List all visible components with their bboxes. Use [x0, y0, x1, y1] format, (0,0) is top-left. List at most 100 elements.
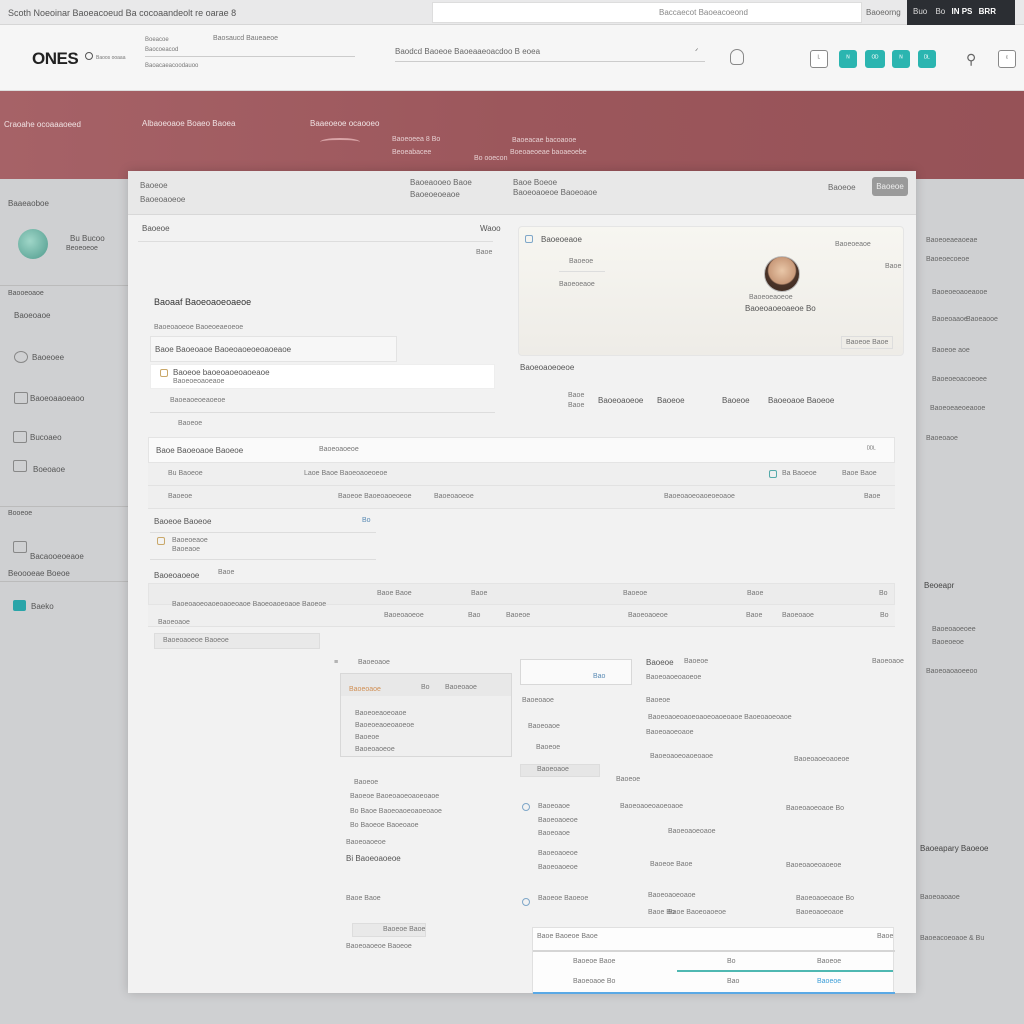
header-button-2[interactable]: ᴺ [839, 50, 857, 68]
right-item-8[interactable]: Baoeoaoe [926, 435, 958, 442]
stat-5[interactable]: Baoeoaoe Baoeoe [768, 396, 834, 405]
right-item-2[interactable]: Baoeoecoeoe [926, 256, 969, 263]
mid-item-h[interactable]: Baoeoaoeoe [538, 817, 578, 824]
right-item-5[interactable]: Baoeoe aoe [932, 347, 970, 354]
header-search[interactable]: Baodcd Baoeoe Baoeaaeoacdoo B eoea ᐟ [395, 47, 705, 62]
lower-left-input[interactable]: Baoeoe Baoe [352, 923, 426, 937]
lower-left-item-c[interactable]: Bo Baoe Baoeoaoeoaoeoaoe [350, 808, 442, 815]
sidebar-item-1[interactable]: Baoeoaoe [14, 311, 50, 320]
logo[interactable]: ONES [32, 49, 79, 69]
mid-item-l[interactable]: Baoeoe Baoeoe [538, 895, 588, 902]
stat-4[interactable]: Baoeoe [722, 396, 750, 405]
table-1-action[interactable]: ᴰᴰᴸ [867, 446, 876, 453]
bottom-card-c: Baoeoe [817, 958, 842, 965]
browser-right-label[interactable]: Baoeorng [866, 8, 901, 17]
right-col-s[interactable]: Baoeoaoeoaoe [796, 909, 844, 916]
close-button[interactable]: Baoeoe [872, 177, 908, 196]
table-row[interactable]: Bu Baoeoe Laoe Baoe Baoeoaoeoeoe Ba Baoe… [148, 463, 895, 486]
chevron-icon[interactable]: ᐟ [695, 47, 698, 56]
sidebar-item-6[interactable]: Bacaooeoeaoe [30, 552, 84, 561]
right-item-6[interactable]: Baoeoeoacoeoee [932, 376, 987, 383]
right-col-j[interactable]: Baoeoaoeoaoeoaoe [620, 803, 683, 810]
table-2-right: Baoe [218, 569, 235, 576]
checkbox-icon[interactable] [769, 470, 777, 478]
mid-item-k[interactable]: Baoeoaoeoe [538, 864, 578, 871]
address-bar[interactable]: Baccaecot Baoeacoeond [432, 2, 862, 23]
lower-left-item-b[interactable]: Baoeoe Baoeoaoeoaoeoaoe [350, 793, 439, 800]
sub-item[interactable]: Baoeoeaoe [172, 537, 208, 544]
table-row[interactable]: Baoeoaoeoaoeoaoeoaoe Baoeoaoeoaoe Baoeoe… [148, 601, 895, 627]
right-col-p[interactable]: Baoeoaoeoaoe Bo [796, 895, 854, 902]
table-row[interactable]: Baoeoe Baoeoe Baoeoaoeoeoe Baoeoaoeoe Ba… [148, 486, 895, 509]
modal-header-c[interactable]: Baoeaooeo Baoe [410, 178, 472, 187]
mid-item-c[interactable]: Baoeoaoe [528, 723, 560, 730]
section-subtitle: Baoeoaoeoe Baoeoeaeoeoe [154, 324, 244, 331]
modal-header-e[interactable]: Baoe Boeoe [513, 178, 557, 187]
right-item-4b[interactable]: Baoeaooe [966, 316, 998, 323]
sidebar-item-4[interactable]: Bucoaeo [30, 433, 62, 442]
sidebar-item-8[interactable]: Baeko [31, 602, 54, 611]
right-col-i[interactable]: Baoeoaoeoaoeoe [794, 756, 849, 763]
account-box[interactable]: Buo Bo IN PS BRR [907, 0, 1015, 25]
option-3[interactable]: Baoeaoeoeaoeoe [170, 397, 225, 404]
header-button-1[interactable]: ᴸ [810, 50, 828, 68]
right-item-3[interactable]: Baoeoeoaoeaooe [932, 289, 987, 296]
mid-input[interactable]: Baoeoaoe [520, 764, 600, 777]
sidebar-divider-2 [0, 506, 128, 507]
right-item-10[interactable]: Baoeoaoeoee [932, 626, 976, 633]
sidebar-item-2[interactable]: Baoeoee [32, 353, 64, 362]
person-icon[interactable]: ⚲ [966, 51, 976, 68]
lightbulb-icon[interactable] [730, 49, 744, 65]
header-button-3[interactable]: ᴼᴰ [865, 50, 885, 68]
header-button-5[interactable]: ᴰᴸ [918, 50, 936, 68]
right-col-h[interactable]: Baoeoaoeoaoeoaoe [650, 753, 713, 760]
app-header: ONES Baoos ooaaa Boeacoe Baocoeacod Baoa… [0, 25, 1024, 91]
banner-item-3[interactable]: Baaeoeoe ocaooeo [310, 119, 379, 128]
option-2[interactable]: Baoeoe baoeoaoeoaoeaoe Baoeoeoaoeaoe [150, 364, 495, 389]
bottom-card-f[interactable]: Baoeoe [817, 978, 841, 985]
sub-heading-right[interactable]: Bo [362, 517, 371, 524]
header-button-4[interactable]: ᴺ [892, 50, 910, 68]
right-col-f: Baoeoe [646, 697, 671, 704]
stat-2[interactable]: Baoeoaoeoe [598, 396, 643, 405]
mid-item-j[interactable]: Baoeoaoeoe [538, 850, 578, 857]
option-4[interactable]: Baoeoe [178, 420, 202, 427]
right-col-action[interactable]: Baoeoaoe [872, 658, 904, 665]
filter-box[interactable]: Baoeoaoeoe Baoeoe [154, 633, 320, 649]
banner-item-5a: Baoeacae bacoaooe [512, 137, 577, 144]
lower-left-item-f[interactable]: Bi Baoeoaoeoe [346, 854, 401, 863]
right-item-12[interactable]: Baoeoaoaoeeoo [926, 668, 977, 675]
bottom-card-right[interactable]: Baoe [877, 933, 893, 940]
mid-item-d[interactable]: Baoeoe [536, 744, 560, 751]
right-col-k[interactable]: Baoeoaoeoaoe Bo [786, 805, 844, 812]
option-2-label: Baoeoe baoeoaoeoaoeaoe [173, 368, 270, 377]
right-item-14[interactable]: Baoeoaoaoe [920, 894, 960, 901]
lower-left-line-3: Baoeoe [355, 734, 380, 741]
mid-item-i[interactable]: Baoeoaoe [538, 830, 570, 837]
sidebar-item-3[interactable]: Baoeoaaoeaoo [30, 394, 84, 403]
card-right-2[interactable]: Baoe [885, 263, 901, 270]
banner-item-2[interactable]: Albaoeoaoe Boaeo Baoea [142, 119, 235, 128]
right-item-11[interactable]: Baoeoeoe [932, 639, 964, 646]
right-item-1[interactable]: Baoeoeaeaoeae [926, 237, 977, 244]
header-button-6[interactable]: ᶜ [998, 50, 1016, 68]
tab-title[interactable]: Scoth Noeoinar Baoeacoeud Ba cocoaandeol… [8, 8, 236, 18]
right-item-4a[interactable]: Baoeoaaoe [932, 316, 968, 323]
sidebar-item-7[interactable]: Beoooeae Boeoe [8, 569, 70, 578]
right-item-7[interactable]: Baoeoeaeoeaooe [930, 405, 985, 412]
mid-box[interactable]: Bao [520, 659, 632, 685]
right-item-15[interactable]: Baoeacoeoaoe & Bu [920, 935, 984, 942]
stat-3[interactable]: Baoeoe [657, 396, 685, 405]
option-1[interactable]: Baoe Baoeoaoe Baoeoaoeoeoaoeaoe [150, 336, 397, 362]
right-col-m[interactable]: Baoeoe Baoe [650, 861, 692, 868]
card-button[interactable]: Baoeoe Baoe [841, 336, 894, 349]
user-icon [14, 351, 28, 363]
left-right-label[interactable]: Waoo [480, 224, 501, 233]
menu-icon[interactable]: ≡ [334, 659, 338, 666]
mid-item-g[interactable]: Baoeoaoe [538, 803, 570, 810]
lower-left-item-d[interactable]: Bo Baoeoe Baoeoaoe [350, 822, 419, 829]
avatar[interactable] [18, 229, 48, 259]
right-col-n[interactable]: Baoeoaoeoaoeoe [786, 862, 841, 869]
banner-item-1[interactable]: Craoahe ocoaaaoeed [4, 120, 81, 129]
sidebar-item-5[interactable]: Boeoaoe [33, 465, 65, 474]
